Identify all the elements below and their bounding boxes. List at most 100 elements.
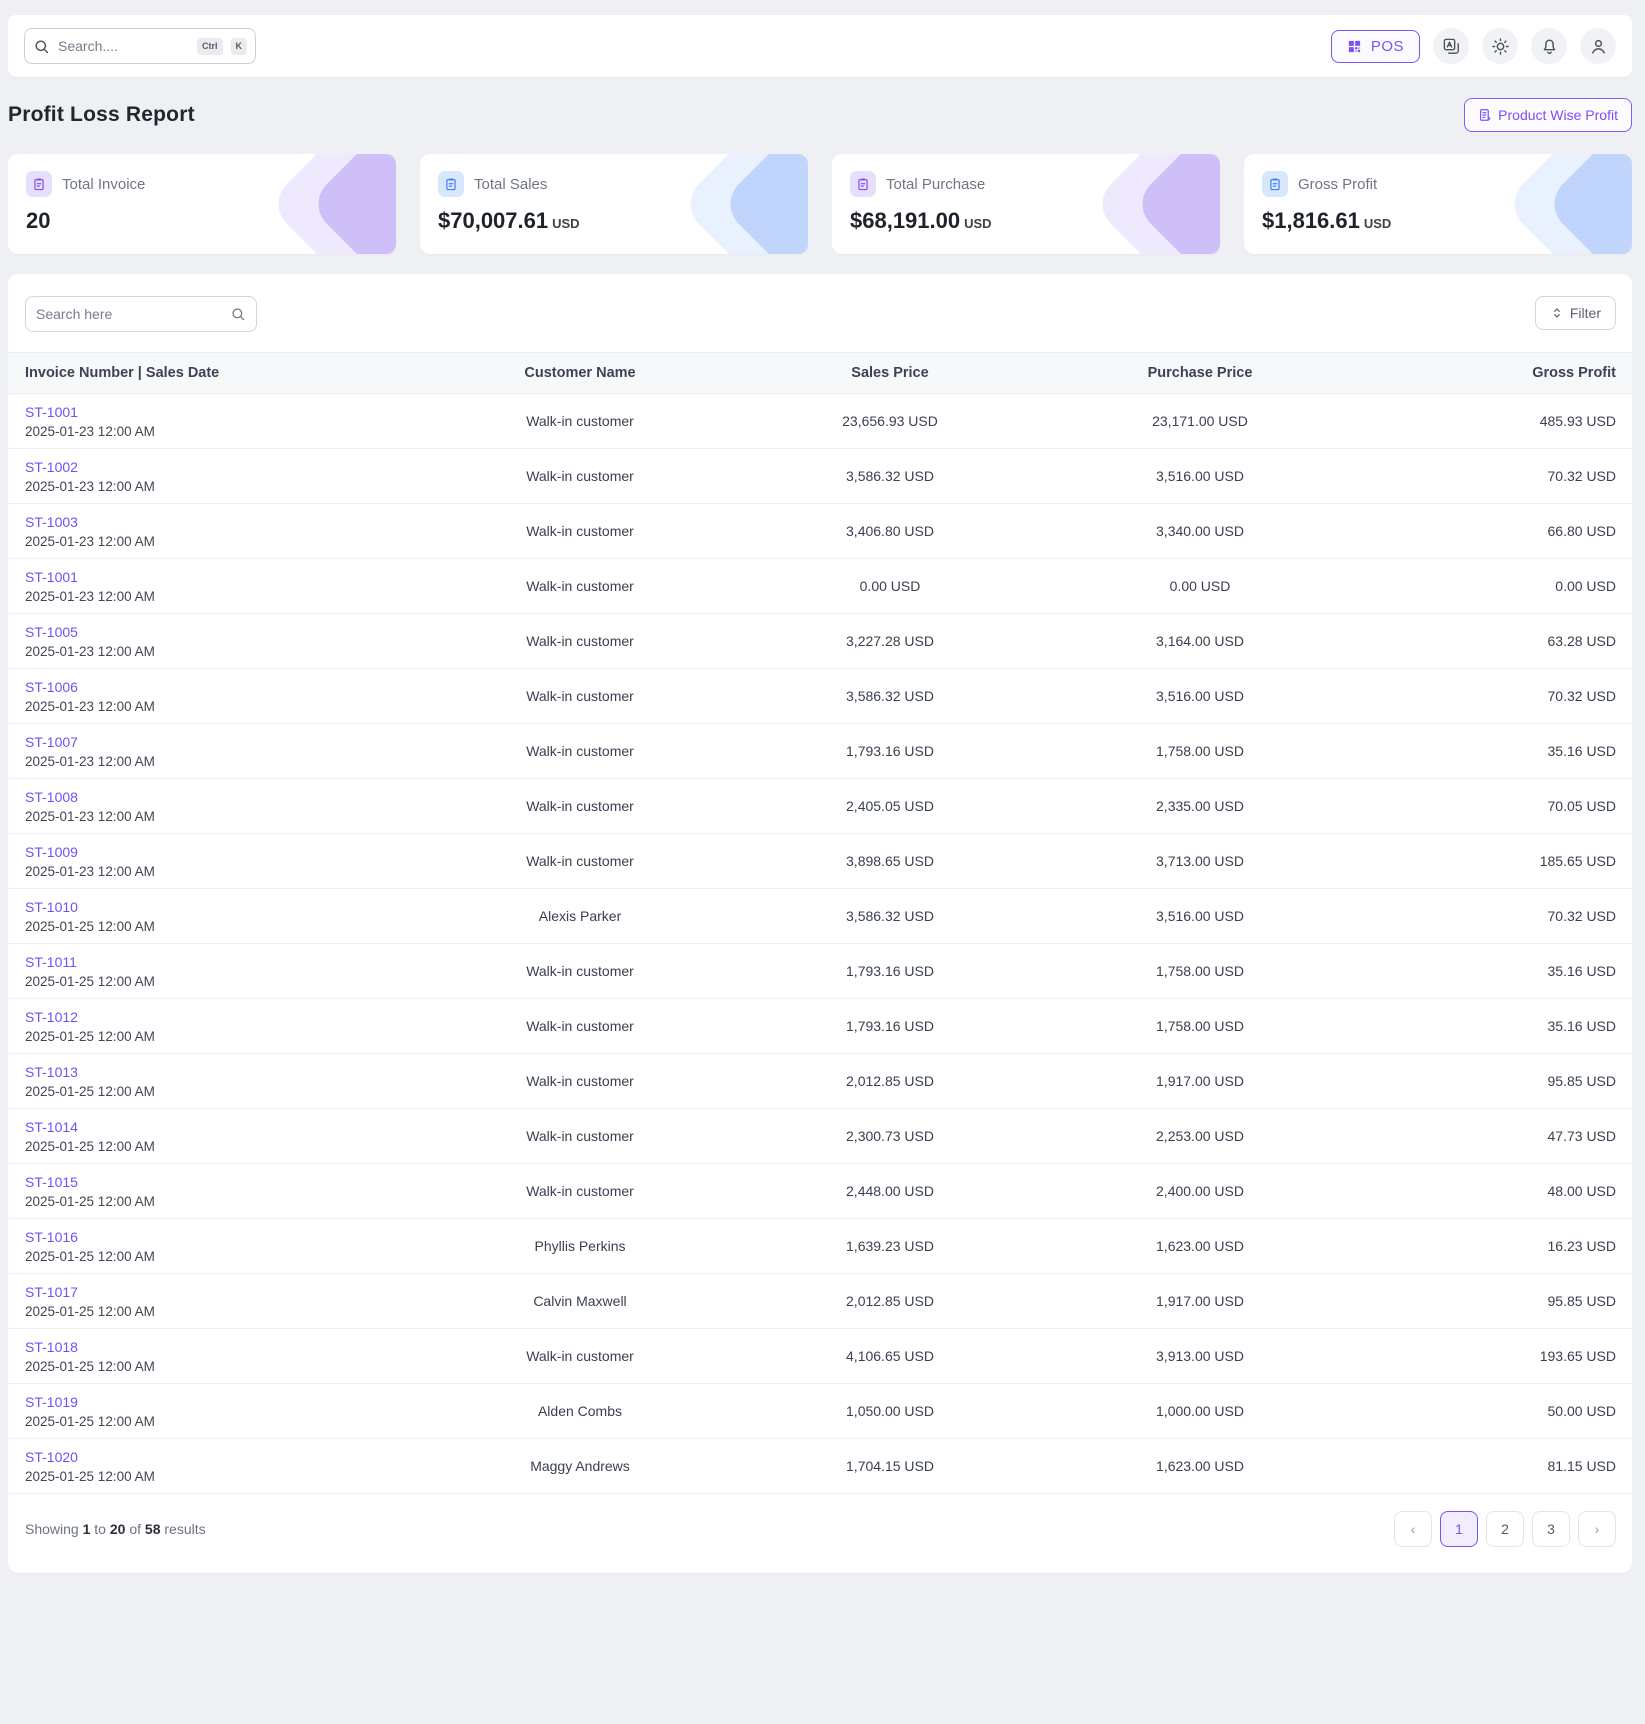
pos-button[interactable]: POS [1331,30,1420,63]
invoice-number-link[interactable]: ST-1008 [25,789,78,805]
sales-date: 2025-01-23 12:00 AM [25,424,445,439]
column-header-invoice-date: Invoice Number | Sales Date [25,365,445,381]
invoice-number-link[interactable]: ST-1003 [25,514,78,530]
invoice-number-link[interactable]: ST-1006 [25,679,78,695]
table-search-input[interactable] [36,306,222,322]
invoice-number-link[interactable]: ST-1009 [25,844,78,860]
sales-price: 3,586.32 USD [715,468,1065,484]
table-row: ST-1010 2025-01-25 12:00 AM Alexis Parke… [8,889,1632,944]
theme-toggle-button[interactable] [1482,28,1518,64]
summary-card-value: $68,191.00 [850,208,960,233]
gross-profit: 70.32 USD [1335,688,1616,704]
sales-date: 2025-01-25 12:00 AM [25,1359,445,1374]
invoice-number-link[interactable]: ST-1020 [25,1449,78,1465]
pagination-page-2[interactable]: 2 [1486,1511,1524,1547]
notifications-button[interactable] [1531,28,1567,64]
purchase-price: 1,623.00 USD [1065,1238,1335,1254]
sales-date: 2025-01-25 12:00 AM [25,1469,445,1484]
purchase-price: 3,516.00 USD [1065,908,1335,924]
table-row: ST-1005 2025-01-23 12:00 AM Walk-in cust… [8,614,1632,669]
summary-card-value: $70,007.61 [438,208,548,233]
table-row: ST-1014 2025-01-25 12:00 AM Walk-in cust… [8,1109,1632,1164]
invoice-number-link[interactable]: ST-1012 [25,1009,78,1025]
profile-button[interactable] [1580,28,1616,64]
global-search-input[interactable] [58,38,189,54]
gross-profit: 66.80 USD [1335,523,1616,539]
purchase-price: 1,758.00 USD [1065,1018,1335,1034]
table-row: ST-1011 2025-01-25 12:00 AM Walk-in cust… [8,944,1632,999]
purchase-price: 3,713.00 USD [1065,853,1335,869]
sales-date: 2025-01-23 12:00 AM [25,644,445,659]
invoice-number-link[interactable]: ST-1014 [25,1119,78,1135]
global-search[interactable]: Ctrl K [24,28,256,64]
purchase-price: 1,758.00 USD [1065,743,1335,759]
sales-date: 2025-01-25 12:00 AM [25,1029,445,1044]
sales-price: 23,656.93 USD [715,413,1065,429]
gross-profit: 63.28 USD [1335,633,1616,649]
pagination-page-1[interactable]: 1 [1440,1511,1478,1547]
pagination-prev[interactable]: ‹ [1394,1511,1432,1547]
table-row: ST-1006 2025-01-23 12:00 AM Walk-in cust… [8,669,1632,724]
column-header-gross-profit: Gross Profit [1335,365,1616,381]
invoice-number-link[interactable]: ST-1007 [25,734,78,750]
invoice-number-link[interactable]: ST-1001 [25,404,78,420]
customer-name: Walk-in customer [445,468,715,484]
gross-profit: 50.00 USD [1335,1403,1616,1419]
table-row: ST-1007 2025-01-23 12:00 AM Walk-in cust… [8,724,1632,779]
sales-date: 2025-01-23 12:00 AM [25,589,445,604]
filter-button-label: Filter [1570,305,1601,321]
summary-card-value: 20 [26,208,50,233]
sales-date: 2025-01-23 12:00 AM [25,699,445,714]
translate-icon [1442,37,1461,56]
purchase-price: 1,917.00 USD [1065,1073,1335,1089]
invoice-number-link[interactable]: ST-1010 [25,899,78,915]
gross-profit: 70.32 USD [1335,908,1616,924]
table-search[interactable] [25,296,257,332]
invoice-number-link[interactable]: ST-1005 [25,624,78,640]
gross-profit: 193.65 USD [1335,1348,1616,1364]
sales-price: 1,704.15 USD [715,1458,1065,1474]
invoice-number-link[interactable]: ST-1017 [25,1284,78,1300]
gross-profit: 35.16 USD [1335,1018,1616,1034]
sales-date: 2025-01-25 12:00 AM [25,1249,445,1264]
summary-card: Gross Profit $1,816.61USD [1244,154,1632,254]
table-row: ST-1008 2025-01-23 12:00 AM Walk-in cust… [8,779,1632,834]
invoice-icon [26,171,52,197]
report-document-icon [1478,108,1492,122]
gross-profit: 70.05 USD [1335,798,1616,814]
table-row: ST-1012 2025-01-25 12:00 AM Walk-in cust… [8,999,1632,1054]
bell-icon [1540,37,1559,56]
purchase-price: 3,340.00 USD [1065,523,1335,539]
invoice-number-link[interactable]: ST-1018 [25,1339,78,1355]
language-button[interactable] [1433,28,1469,64]
invoice-number-link[interactable]: ST-1002 [25,459,78,475]
sales-date: 2025-01-23 12:00 AM [25,479,445,494]
pagination-page-3[interactable]: 3 [1532,1511,1570,1547]
table-row: ST-1015 2025-01-25 12:00 AM Walk-in cust… [8,1164,1632,1219]
column-header-purchase-price: Purchase Price [1065,365,1335,381]
sales-date: 2025-01-25 12:00 AM [25,1194,445,1209]
customer-name: Walk-in customer [445,633,715,649]
filter-button[interactable]: Filter [1535,296,1616,330]
gross-profit: 48.00 USD [1335,1183,1616,1199]
customer-name: Walk-in customer [445,853,715,869]
invoice-number-link[interactable]: ST-1019 [25,1394,78,1410]
sales-date: 2025-01-25 12:00 AM [25,1304,445,1319]
page-title: Profit Loss Report [8,103,195,127]
invoice-number-link[interactable]: ST-1001 [25,569,78,585]
customer-name: Phyllis Perkins [445,1238,715,1254]
product-wise-profit-button[interactable]: Product Wise Profit [1464,98,1632,132]
invoice-number-link[interactable]: ST-1015 [25,1174,78,1190]
invoice-number-link[interactable]: ST-1011 [25,954,77,970]
purchase-price: 2,253.00 USD [1065,1128,1335,1144]
sales-price: 1,639.23 USD [715,1238,1065,1254]
invoice-number-link[interactable]: ST-1013 [25,1064,78,1080]
results-total: 58 [145,1521,161,1537]
sales-price: 1,793.16 USD [715,1018,1065,1034]
table-row: ST-1001 2025-01-23 12:00 AM Walk-in cust… [8,394,1632,449]
pagination-next[interactable]: › [1578,1511,1616,1547]
invoice-number-link[interactable]: ST-1016 [25,1229,78,1245]
column-header-sales-price: Sales Price [715,365,1065,381]
table-row: ST-1002 2025-01-23 12:00 AM Walk-in cust… [8,449,1632,504]
sales-date: 2025-01-25 12:00 AM [25,1139,445,1154]
